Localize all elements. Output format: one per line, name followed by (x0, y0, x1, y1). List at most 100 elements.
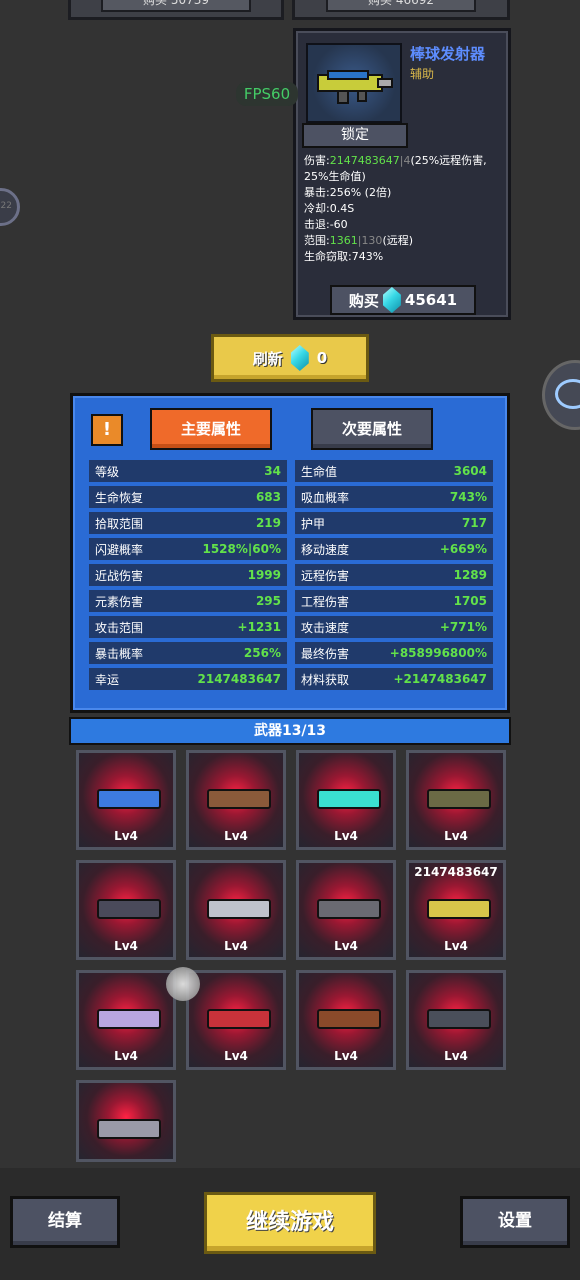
attribute-value: 2147483647 (197, 672, 282, 686)
weapon-level: Lv4 (444, 1049, 468, 1063)
item-stats: 伤害:2147483647|4(25%远程伤害, 25%生命值) 暴击:256%… (304, 153, 508, 265)
shop-card-right[interactable]: 购买 46692 (292, 0, 510, 20)
attribute-row: 攻击速度 +771% (295, 616, 493, 638)
weapon-level: Lv4 (224, 1049, 248, 1063)
weapon-icon (427, 1009, 491, 1029)
attribute-label: 元素伤害 (95, 594, 144, 609)
weapon-icon (317, 899, 381, 919)
attribute-row: 材料获取 +2147483647 (295, 668, 493, 690)
weapon-slot[interactable]: Lv4 (296, 750, 396, 850)
buy-button-right[interactable]: 购买 46692 (326, 0, 476, 12)
gem-icon (382, 287, 401, 313)
attribute-row: 生命值 3604 (295, 460, 493, 482)
weapon-icon (207, 789, 271, 809)
attributes-panel: ! 主要属性 次要属性 等级 34 生命值 3604 生命恢复 683 吸血概率 743% 拾取… (70, 393, 510, 713)
attribute-label: 闪避概率 (95, 542, 144, 557)
weapon-slot[interactable]: Lv4 (406, 750, 506, 850)
weapon-icon (317, 1009, 381, 1029)
attribute-value: 256% (243, 646, 281, 660)
lock-button[interactable]: 锁定 (302, 123, 408, 148)
tab-secondary-attributes[interactable]: 次要属性 (311, 408, 433, 450)
attribute-label: 移动速度 (301, 542, 350, 557)
attribute-row: 吸血概率 743% (295, 486, 493, 508)
attribute-row: 最终伤害 +858996800% (295, 642, 493, 664)
weapon-level: Lv4 (334, 829, 358, 843)
stat-range: 范围:1361|130(远程) (304, 234, 414, 247)
attribute-value: 1289 (453, 568, 487, 582)
weapon-slot[interactable]: Lv4 (76, 970, 176, 1070)
weapon-slot[interactable]: Lv4 (186, 750, 286, 850)
attribute-row: 幸运 2147483647 (89, 668, 287, 690)
refresh-button[interactable]: 刷新 0 (211, 334, 369, 382)
weapon-level: Lv4 (114, 829, 138, 843)
attribute-label: 远程伤害 (301, 568, 350, 583)
attribute-label: 拾取范围 (95, 516, 144, 531)
stat-knockback: 击退:-60 (304, 218, 348, 231)
weapon-slot[interactable]: Lv4 (296, 970, 396, 1070)
item-type: 辅助 (410, 67, 435, 81)
side-floating-button[interactable]: 22 (0, 188, 20, 226)
settings-button[interactable]: 设置 (460, 1196, 570, 1248)
shop-card-left[interactable]: 购买 50739 (68, 0, 284, 20)
attribute-value: 743% (449, 490, 487, 504)
weapon-level: Lv4 (114, 939, 138, 953)
attribute-value: 34 (264, 464, 281, 478)
attribute-value: 717 (461, 516, 487, 530)
attribute-label: 最终伤害 (301, 646, 350, 661)
attribute-value: +2147483647 (393, 672, 487, 686)
weapon-slot[interactable]: Lv4 (186, 860, 286, 960)
buy-button[interactable]: 购买 45641 (330, 285, 476, 315)
attribute-row: 护甲 717 (295, 512, 493, 534)
item-detail-card: 棒球发射器 辅助 锁定 伤害:2147483647|4(25%远程伤害, 25%… (293, 28, 511, 320)
weapon-icon (97, 1009, 161, 1029)
settle-button[interactable]: 结算 (10, 1196, 120, 1248)
attribute-row: 暴击概率 256% (89, 642, 287, 664)
stat-lifesteal: 生命窃取:743% (304, 250, 384, 263)
weapon-count: 2147483647 (414, 865, 498, 879)
weapon-level: Lv4 (444, 939, 468, 953)
weapon-slot[interactable] (76, 1080, 176, 1162)
weapon-slot[interactable]: Lv4 (76, 860, 176, 960)
stat-crit: 暴击:256% (2倍) (304, 186, 392, 199)
stat-damage: 伤害:2147483647|4(25%远程伤害, 25%生命值) (304, 154, 487, 183)
chat-button[interactable] (542, 360, 580, 430)
attribute-row: 生命恢复 683 (89, 486, 287, 508)
attribute-value: 1999 (247, 568, 281, 582)
fps-counter: FPS60 (236, 82, 298, 106)
attribute-row: 远程伤害 1289 (295, 564, 493, 586)
attribute-value: +858996800% (389, 646, 487, 660)
attribute-value: +771% (439, 620, 487, 634)
weapon-level: Lv4 (444, 829, 468, 843)
attribute-row: 工程伤害 1705 (295, 590, 493, 612)
continue-game-button[interactable]: 继续游戏 (204, 1192, 376, 1254)
weapon-icon (207, 1009, 271, 1029)
buy-button-left[interactable]: 购买 50739 (101, 0, 251, 12)
weapons-header: 武器13/13 (69, 717, 511, 745)
weapon-level: Lv4 (224, 829, 248, 843)
attribute-grid: 等级 34 生命值 3604 生命恢复 683 吸血概率 743% 拾取范围 219 护甲 717 闪避… (89, 460, 499, 690)
tab-primary-attributes[interactable]: 主要属性 (150, 408, 272, 450)
weapon-slot[interactable]: Lv4 (296, 860, 396, 960)
attribute-value: 683 (255, 490, 281, 504)
scroll-handle[interactable] (166, 967, 200, 1001)
attribute-row: 移动速度 +669% (295, 538, 493, 560)
attribute-value: +1231 (237, 620, 281, 634)
weapon-slot[interactable]: Lv4 (186, 970, 286, 1070)
attribute-label: 暴击概率 (95, 646, 144, 661)
weapon-icon (427, 789, 491, 809)
weapon-slot[interactable]: 2147483647 Lv4 (406, 860, 506, 960)
info-icon[interactable]: ! (91, 414, 123, 446)
weapon-icon (97, 789, 161, 809)
refresh-label: 刷新 (252, 349, 283, 368)
stat-cooldown: 冷却:0.4S (304, 202, 355, 215)
weapon-slot[interactable]: Lv4 (406, 970, 506, 1070)
weapon-slot[interactable]: Lv4 (76, 750, 176, 850)
weapon-icon (317, 789, 381, 809)
attribute-value: 1705 (453, 594, 487, 608)
attribute-label: 等级 (95, 464, 120, 479)
attribute-value: 295 (255, 594, 281, 608)
attribute-row: 闪避概率 1528%|60% (89, 538, 287, 560)
weapon-icon (97, 899, 161, 919)
weapon-level: Lv4 (224, 939, 248, 953)
attribute-row: 拾取范围 219 (89, 512, 287, 534)
